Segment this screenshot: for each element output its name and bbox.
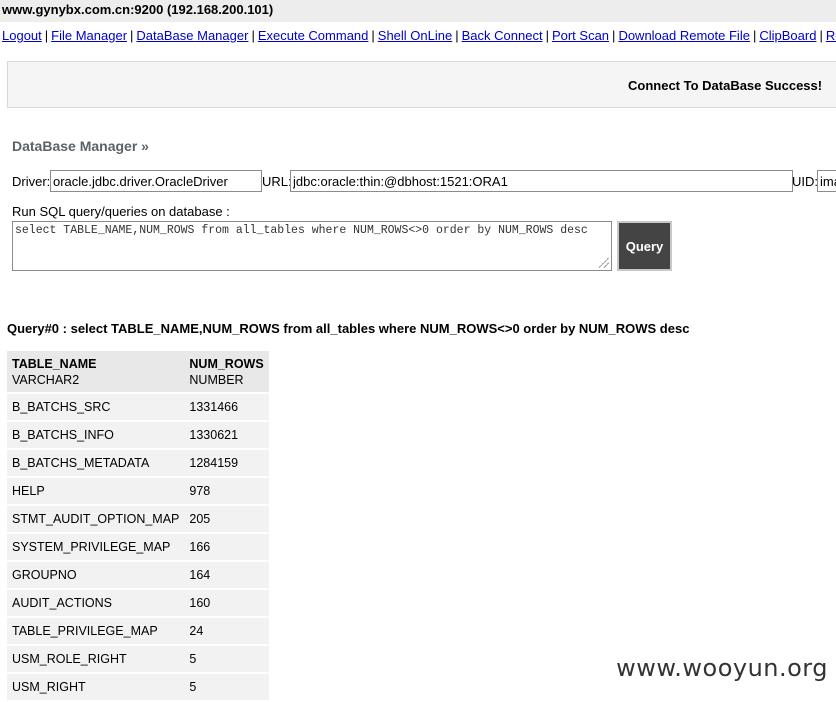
cell-table-name: TABLE_PRIVILEGE_MAP	[7, 618, 185, 644]
section-title: DataBase Manager »	[12, 138, 149, 154]
column-header-table-name: TABLE_NAME VARCHAR2	[7, 351, 185, 392]
nav-port-scan[interactable]: Port Scan	[552, 28, 609, 43]
sql-textarea[interactable]: select TABLE_NAME,NUM_ROWS from all_tabl…	[12, 221, 612, 271]
cell-num-rows: 160	[184, 590, 269, 616]
table-row: B_BATCHS_METADATA 1284159	[7, 450, 269, 476]
status-panel: Connect To DataBase Success!	[7, 61, 836, 108]
uid-input[interactable]	[817, 170, 836, 192]
nav-execute-command[interactable]: Execute Command	[258, 28, 369, 43]
host-title: www.gynybx.com.cn:9200 (192.168.200.101)	[2, 2, 274, 17]
nav-download-remote-file[interactable]: Download Remote File	[618, 28, 750, 43]
table-row: STMT_AUDIT_OPTION_MAP 205	[7, 506, 269, 532]
cell-num-rows: 1330621	[184, 422, 269, 448]
column-type: VARCHAR2	[12, 373, 80, 387]
connection-row: Driver: URL: UID:	[12, 170, 836, 194]
query-button[interactable]: Query	[617, 221, 672, 271]
cell-table-name: USM_ROLE_RIGHT	[7, 646, 185, 672]
table-row: B_BATCHS_INFO 1330621	[7, 422, 269, 448]
column-name: TABLE_NAME	[12, 357, 97, 371]
cell-num-rows: 1331466	[184, 394, 269, 420]
cell-table-name: HELP	[7, 478, 185, 504]
nav-file-manager[interactable]: File Manager	[51, 28, 127, 43]
sql-label: Run SQL query/queries on database :	[12, 204, 230, 219]
table-row: AUDIT_ACTIONS 160	[7, 590, 269, 616]
resize-grip-icon[interactable]	[599, 258, 609, 268]
nav-logout[interactable]: Logout	[2, 28, 42, 43]
column-type: NUMBER	[189, 373, 244, 387]
cell-table-name: AUDIT_ACTIONS	[7, 590, 185, 616]
nav-menu: Logout | File Manager | DataBase Manager | Exe…	[0, 22, 836, 50]
result-table: TABLE_NAME VARCHAR2 NUM_ROWS NUMBER B_BA…	[7, 349, 269, 702]
watermark: www.wooyun.org	[616, 654, 828, 682]
url-input[interactable]	[290, 170, 793, 192]
nav-database-manager[interactable]: DataBase Manager	[136, 28, 248, 43]
table-row: SYSTEM_PRIVILEGE_MAP 166	[7, 534, 269, 560]
cell-table-name: B_BATCHS_INFO	[7, 422, 185, 448]
uid-label: UID:	[792, 174, 818, 189]
nav-back-connect[interactable]: Back Connect	[462, 28, 543, 43]
cell-num-rows: 166	[184, 534, 269, 560]
cell-num-rows: 24	[184, 618, 269, 644]
cell-num-rows: 205	[184, 506, 269, 532]
table-row: TABLE_PRIVILEGE_MAP 24	[7, 618, 269, 644]
table-row: USM_ROLE_RIGHT 5	[7, 646, 269, 672]
nav-clipboard[interactable]: ClipBoard	[759, 28, 816, 43]
driver-input[interactable]	[50, 170, 262, 192]
nav-shell-online[interactable]: Shell OnLine	[378, 28, 452, 43]
table-row: USM_RIGHT 5	[7, 674, 269, 700]
table-header-row: TABLE_NAME VARCHAR2 NUM_ROWS NUMBER	[7, 351, 269, 392]
driver-label: Driver:	[12, 174, 51, 189]
cell-num-rows: 5	[184, 646, 269, 672]
cell-table-name: USM_RIGHT	[7, 674, 185, 700]
cell-num-rows: 1284159	[184, 450, 269, 476]
cell-table-name: B_BATCHS_METADATA	[7, 450, 185, 476]
table-row: GROUPNO 164	[7, 562, 269, 588]
cell-table-name: B_BATCHS_SRC	[7, 394, 185, 420]
table-row: B_BATCHS_SRC 1331466	[7, 394, 269, 420]
cell-num-rows: 164	[184, 562, 269, 588]
cell-table-name: STMT_AUDIT_OPTION_MAP	[7, 506, 185, 532]
query-result-title: Query#0 : select TABLE_NAME,NUM_ROWS fro…	[7, 321, 690, 336]
column-name: NUM_ROWS	[189, 357, 264, 371]
cell-table-name: SYSTEM_PRIVILEGE_MAP	[7, 534, 185, 560]
url-label: URL:	[262, 174, 292, 189]
cell-num-rows: 5	[184, 674, 269, 700]
nav-remote-control[interactable]: Remote Con	[826, 28, 836, 43]
cell-num-rows: 978	[184, 478, 269, 504]
column-header-num-rows: NUM_ROWS NUMBER	[184, 351, 269, 392]
table-row: HELP 978	[7, 478, 269, 504]
host-title-bar: www.gynybx.com.cn:9200 (192.168.200.101)	[0, 0, 836, 22]
cell-table-name: GROUPNO	[7, 562, 185, 588]
status-message: Connect To DataBase Success!	[628, 78, 823, 93]
